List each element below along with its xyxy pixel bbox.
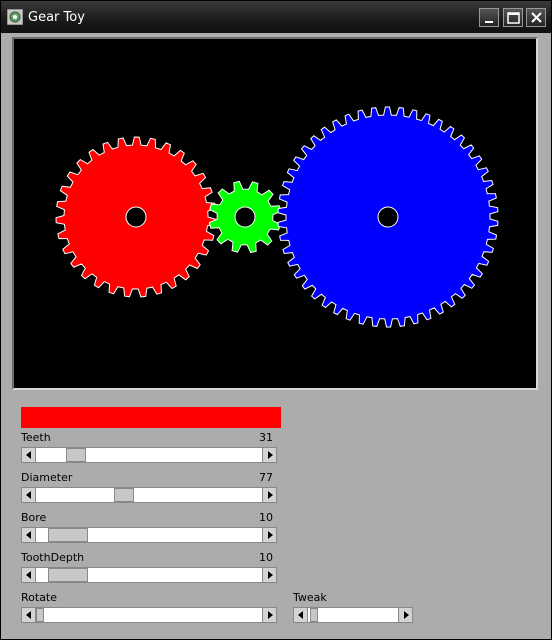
- bore-value: 10: [259, 511, 273, 524]
- rotate-slider-thumb[interactable]: [36, 608, 44, 622]
- toothdepth-value: 10: [259, 551, 273, 564]
- diameter-label: Diameter: [21, 471, 73, 484]
- minimize-button[interactable]: [479, 8, 499, 27]
- rotate-label: Rotate: [21, 591, 58, 604]
- toothdepth-slider-right-arrow[interactable]: [262, 568, 276, 582]
- left-arrow-icon: [26, 491, 31, 499]
- rotate-slider[interactable]: [21, 607, 277, 623]
- rotate-slider-left-arrow[interactable]: [22, 608, 36, 622]
- window-title: Gear Toy: [28, 10, 85, 25]
- teeth-slider-left-arrow[interactable]: [22, 448, 36, 462]
- teeth-slider-thumb[interactable]: [66, 448, 86, 462]
- toothdepth-slider[interactable]: [21, 567, 277, 583]
- gear-drawing[interactable]: [14, 39, 536, 388]
- left-arrow-icon: [26, 571, 31, 579]
- left-arrow-icon: [298, 611, 303, 619]
- right-arrow-icon: [268, 531, 273, 539]
- gear-3-bore: [377, 206, 399, 228]
- diameter-slider-right-arrow[interactable]: [262, 488, 276, 502]
- tweak-slider-thumb[interactable]: [310, 608, 318, 622]
- teeth-label: Teeth: [21, 431, 51, 444]
- diameter-value: 77: [259, 471, 273, 484]
- gear-canvas[interactable]: [12, 37, 538, 390]
- bore-slider-right-arrow[interactable]: [262, 528, 276, 542]
- diameter-slider-left-arrow[interactable]: [22, 488, 36, 502]
- toothdepth-label: ToothDepth: [21, 551, 85, 564]
- diameter-slider[interactable]: [21, 487, 277, 503]
- diameter-slider-thumb[interactable]: [114, 488, 134, 502]
- tweak-slider-left-arrow[interactable]: [294, 608, 308, 622]
- right-arrow-icon: [404, 611, 409, 619]
- right-arrow-icon: [268, 451, 273, 459]
- maximize-button[interactable]: [503, 8, 523, 27]
- right-arrow-icon: [268, 571, 273, 579]
- close-button[interactable]: [526, 8, 546, 27]
- teeth-slider[interactable]: [21, 447, 277, 463]
- teeth-value: 31: [259, 431, 273, 444]
- left-arrow-icon: [26, 611, 31, 619]
- teeth-slider-right-arrow[interactable]: [262, 448, 276, 462]
- gear-app-icon: [7, 9, 23, 25]
- minimize-icon: [485, 21, 493, 23]
- gear-2-bore: [234, 206, 256, 228]
- left-arrow-icon: [26, 451, 31, 459]
- toothdepth-slider-left-arrow[interactable]: [22, 568, 36, 582]
- bore-slider-thumb[interactable]: [48, 528, 88, 542]
- left-arrow-icon: [26, 531, 31, 539]
- right-arrow-icon: [268, 611, 273, 619]
- bore-slider-left-arrow[interactable]: [22, 528, 36, 542]
- title-bar[interactable]: Gear Toy: [1, 1, 551, 33]
- tweak-slider-right-arrow[interactable]: [398, 608, 412, 622]
- rotate-slider-right-arrow[interactable]: [262, 608, 276, 622]
- toothdepth-slider-thumb[interactable]: [48, 568, 88, 582]
- tweak-slider[interactable]: [293, 607, 413, 623]
- app-window: Gear Toy Teeth 31 Diameter 77 Bore 10 To…: [0, 0, 552, 640]
- bore-label: Bore: [21, 511, 47, 524]
- close-icon: [531, 12, 542, 23]
- bore-slider[interactable]: [21, 527, 277, 543]
- tweak-label: Tweak: [293, 591, 327, 604]
- maximize-icon: [507, 12, 520, 24]
- right-arrow-icon: [268, 491, 273, 499]
- gear-1-bore: [125, 206, 147, 228]
- gear-color-swatch[interactable]: [21, 407, 281, 428]
